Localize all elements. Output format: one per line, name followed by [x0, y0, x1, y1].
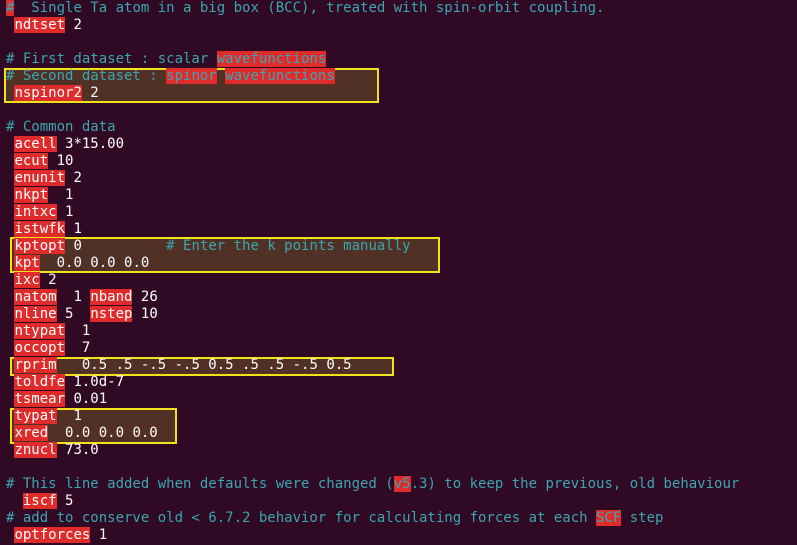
code-line: # Single Ta atom in a big box (BCC), tre…	[6, 0, 604, 17]
value-token: 0.5 .5 -.5 -.5 0.5 .5 .5 -.5 0.5	[56, 357, 352, 373]
code-line: occopt 7	[6, 340, 90, 357]
keyword-token: nline	[14, 306, 57, 322]
code-line: ndtset 2	[6, 17, 82, 34]
keyword-token: nstep	[90, 306, 133, 322]
code-line: istwfk 1	[6, 221, 82, 238]
keyword-token: kptopt	[14, 238, 66, 254]
value-token: 5	[56, 306, 91, 322]
code-line: enunit 2	[6, 170, 82, 187]
keyword-token: natom	[14, 289, 57, 305]
code-line: nline 5 nstep 10	[6, 306, 158, 323]
keyword-token: nkpt	[14, 187, 49, 203]
value-token	[6, 493, 23, 509]
keyword-token: toldfe	[14, 374, 66, 390]
value-token: 26	[132, 289, 158, 305]
code-line: kptopt 0 # Enter the k points manually	[6, 238, 411, 255]
value-token: 2	[65, 170, 82, 186]
comment-token	[217, 68, 225, 84]
value-token: 1	[65, 323, 91, 339]
keyword-token: occopt	[14, 340, 66, 356]
code-line: tsmear 0.01	[6, 391, 107, 408]
code-line: # First dataset : scalar wavefunctions	[6, 51, 327, 68]
value-token: 3*15.00	[56, 136, 125, 152]
comment-token: spinor	[166, 68, 217, 84]
comment-token: # Enter the k points manually	[166, 238, 411, 254]
value-token: 73.0	[56, 442, 99, 458]
value-token: 10	[48, 153, 74, 169]
keyword-token: ecut	[14, 153, 49, 169]
code-line: znucl 73.0	[6, 442, 99, 459]
keyword-token: nband	[90, 289, 133, 305]
value-token: 1	[48, 187, 74, 203]
value-token: 0.0 0.0 0.0	[39, 255, 150, 271]
value-token: 10	[132, 306, 158, 322]
code-line: toldfe 1.0d-7	[6, 374, 124, 391]
code-line: # Common data	[6, 119, 116, 136]
keyword-token: intxc	[14, 204, 57, 220]
code-line: nspinor2 2	[6, 85, 99, 102]
code-line: xred 0.0 0.0 0.0	[6, 425, 158, 442]
value-token: 7	[65, 340, 91, 356]
value-token: 1	[90, 527, 108, 543]
keyword-token: iscf	[22, 493, 57, 509]
comment-token: # Second dataset :	[6, 68, 167, 84]
code-line: optforces 1	[6, 527, 107, 544]
keyword-token: typat	[14, 408, 57, 424]
comment-token: SCF	[596, 510, 622, 526]
text-editor[interactable]: # Single Ta atom in a big box (BCC), tre…	[0, 0, 797, 545]
value-token: 1.0d-7	[65, 374, 125, 390]
keyword-token: kpt	[14, 255, 40, 271]
code-line: # add to conserve old < 6.7.2 behavior f…	[6, 510, 663, 527]
comment-token: Single Ta atom in a big box (BCC), treat…	[14, 0, 605, 16]
code-line: intxc 1	[6, 204, 73, 221]
keyword-token: ntypat	[14, 323, 66, 339]
keyword-token: znucl	[14, 442, 57, 458]
code-line: acell 3*15.00	[6, 136, 124, 153]
comment-token: # First dataset : scalar	[6, 51, 217, 67]
value-token: 0.0 0.0 0.0	[48, 425, 158, 441]
code-line: typat 1	[6, 408, 82, 425]
value-token: 1	[56, 408, 82, 424]
keyword-token: ixc	[14, 272, 40, 288]
comment-token: wavefunctions	[216, 51, 327, 67]
value-token: 2	[81, 85, 99, 101]
keyword-token: ndtset	[14, 17, 66, 33]
code-line: rprim 0.5 .5 -.5 -.5 0.5 .5 .5 -.5 0.5	[6, 357, 352, 374]
value-token: 2	[65, 17, 82, 33]
comment-token: # Common data	[6, 119, 116, 135]
code-line: natom 1 nband 26	[6, 289, 158, 306]
keyword-token: nspinor2	[14, 85, 82, 101]
code-line: ixc 2	[6, 272, 57, 289]
keyword-token: xred	[14, 425, 49, 441]
value-token: 0.01	[65, 391, 108, 407]
keyword-token: istwfk	[14, 221, 66, 237]
code-line: # Second dataset : spinor wavefunctions	[6, 68, 335, 85]
code-line: kpt 0.0 0.0 0.0	[6, 255, 149, 272]
value-token: 0	[65, 238, 167, 254]
keyword-token: rprim	[14, 357, 57, 373]
comment-token: v5	[393, 476, 411, 492]
keyword-token: acell	[14, 136, 57, 152]
comment-token: wavefunctions	[225, 68, 335, 84]
value-token: 1	[56, 289, 91, 305]
code-line: ecut 10	[6, 153, 73, 170]
keyword-token: tsmear	[14, 391, 66, 407]
comment-token: step	[621, 510, 664, 526]
code-line: # This line added when defaults were cha…	[6, 476, 739, 493]
comment-token: # This line added when defaults were cha…	[6, 476, 394, 492]
comment-token: # add to conserve old < 6.7.2 behavior f…	[6, 510, 597, 526]
code-line: ntypat 1	[6, 323, 90, 340]
value-token: 1	[65, 221, 82, 237]
comment-token: .3) to keep the previous, old behaviour	[410, 476, 740, 492]
code-line: nkpt 1	[6, 187, 73, 204]
keyword-token: enunit	[14, 170, 66, 186]
keyword-token: optforces	[14, 527, 91, 543]
value-token: 1	[56, 204, 74, 220]
value-token: 2	[39, 272, 57, 288]
code-line: iscf 5	[6, 493, 73, 510]
value-token: 5	[56, 493, 74, 509]
